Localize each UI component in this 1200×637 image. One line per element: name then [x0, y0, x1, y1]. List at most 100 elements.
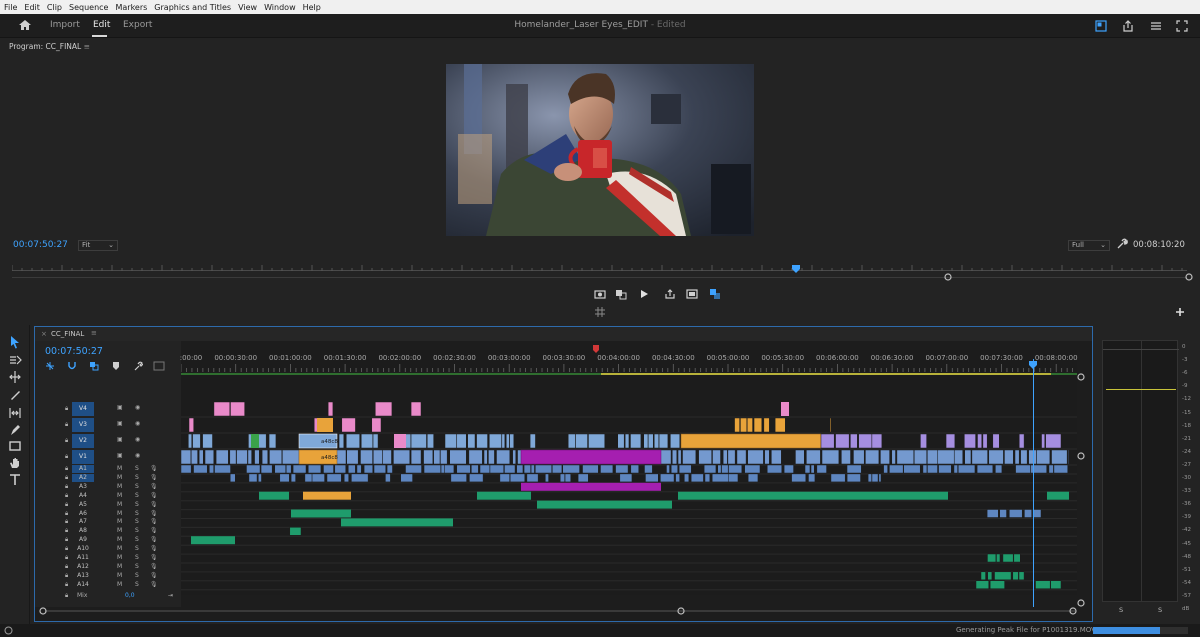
clip[interactable] — [1013, 553, 1021, 563]
lock-icon[interactable]: 🔒︎ — [65, 536, 68, 544]
clip[interactable] — [771, 449, 782, 465]
sync-lock-icon[interactable]: ▣ — [117, 420, 123, 427]
vscroll-handle-top[interactable] — [1077, 373, 1085, 381]
pen-tool-icon[interactable] — [8, 423, 22, 437]
clip[interactable] — [449, 449, 467, 465]
clip[interactable] — [922, 464, 928, 474]
drag-handle-icon[interactable] — [594, 306, 606, 318]
share-icon[interactable] — [1121, 19, 1135, 33]
mute-button[interactable]: M — [117, 492, 122, 499]
mic-icon[interactable]: 🎙︎ — [150, 518, 158, 525]
clip[interactable] — [891, 449, 896, 465]
render-bar-yellow[interactable] — [741, 373, 1051, 375]
clip[interactable] — [660, 473, 675, 483]
clip[interactable] — [703, 464, 717, 474]
clip[interactable] — [489, 433, 502, 449]
clip[interactable] — [261, 449, 269, 465]
clip[interactable] — [444, 433, 457, 449]
clip[interactable] — [804, 464, 811, 474]
clip[interactable] — [582, 464, 599, 474]
clip[interactable] — [763, 417, 770, 433]
clip[interactable] — [356, 464, 362, 474]
clip-audio[interactable] — [291, 509, 351, 518]
sequence-marker[interactable] — [593, 345, 599, 353]
clip[interactable] — [846, 473, 861, 483]
clip[interactable] — [523, 464, 531, 474]
clip[interactable] — [562, 464, 580, 474]
lock-icon[interactable]: 🔒︎ — [65, 527, 68, 535]
zoom-handle-left[interactable] — [944, 273, 952, 281]
clip[interactable] — [1015, 464, 1031, 474]
lock-icon[interactable]: 🔒︎ — [65, 453, 68, 461]
clip[interactable] — [964, 449, 972, 465]
menu-edit[interactable]: Edit — [24, 3, 40, 12]
clip[interactable] — [988, 449, 1004, 465]
wrench-icon[interactable] — [1116, 238, 1128, 250]
clip[interactable] — [766, 464, 783, 474]
clip[interactable] — [410, 401, 422, 417]
clip[interactable] — [865, 449, 880, 465]
clip[interactable] — [670, 464, 678, 474]
clip[interactable] — [677, 449, 682, 465]
lock-icon[interactable]: 🔒︎ — [65, 501, 68, 509]
lock-icon[interactable]: 🔒︎ — [65, 483, 68, 491]
clip[interactable] — [440, 449, 448, 465]
vscroll-handle-mid[interactable] — [1077, 452, 1085, 460]
clip[interactable] — [987, 571, 993, 581]
clip[interactable] — [734, 417, 740, 433]
clip[interactable] — [728, 473, 739, 483]
clip[interactable] — [675, 473, 680, 483]
clip[interactable] — [382, 449, 392, 465]
clip[interactable] — [878, 473, 882, 483]
clip[interactable] — [260, 464, 273, 474]
clip[interactable] — [975, 580, 989, 589]
clip[interactable] — [1009, 509, 1023, 518]
clip[interactable] — [400, 473, 413, 483]
clip[interactable] — [499, 473, 510, 483]
clip[interactable] — [373, 449, 383, 465]
solo-button[interactable]: S — [135, 510, 139, 517]
clip[interactable] — [386, 464, 393, 474]
clip[interactable] — [564, 473, 571, 483]
clip[interactable] — [982, 433, 988, 449]
timeline-playhead[interactable] — [1033, 359, 1034, 607]
clip[interactable] — [896, 449, 915, 465]
clip[interactable] — [351, 473, 369, 483]
clip[interactable] — [1018, 571, 1025, 581]
clip[interactable] — [471, 464, 479, 474]
clip[interactable] — [488, 449, 495, 465]
sync-lock-icon[interactable]: ▣ — [117, 436, 123, 443]
snap-icon[interactable] — [67, 361, 77, 371]
mute-button[interactable]: M — [117, 563, 122, 570]
program-timecode[interactable]: 00:07:50:27 — [13, 240, 68, 250]
solo-button[interactable]: S — [135, 563, 139, 570]
clip[interactable] — [711, 473, 729, 483]
clip[interactable] — [999, 509, 1007, 518]
clip[interactable] — [426, 433, 434, 449]
compare-view-icon[interactable] — [615, 288, 627, 300]
mute-button[interactable]: M — [117, 581, 122, 588]
clip[interactable] — [1045, 433, 1062, 449]
clip-pink[interactable] — [394, 434, 406, 448]
mix-value[interactable]: 0,0 — [125, 592, 135, 599]
sync-lock-icon[interactable]: ▣ — [117, 404, 123, 411]
clip[interactable] — [385, 473, 391, 483]
clip[interactable] — [479, 464, 491, 474]
mute-button[interactable]: M — [117, 545, 122, 552]
clip[interactable] — [889, 464, 904, 474]
program-zoom-bar[interactable] — [12, 277, 1187, 278]
clip[interactable] — [645, 473, 659, 483]
eye-icon[interactable]: ◉ — [135, 420, 140, 427]
clip[interactable] — [913, 449, 927, 465]
timeline-playhead-handle[interactable] — [1029, 361, 1037, 369]
clip[interactable] — [722, 449, 728, 465]
clip[interactable] — [229, 449, 237, 465]
clip[interactable] — [853, 449, 865, 465]
close-icon[interactable]: × — [41, 330, 47, 338]
mic-icon[interactable]: 🎙︎ — [150, 510, 158, 517]
mic-icon[interactable]: 🎙︎ — [150, 483, 158, 490]
solo-button[interactable]: S — [135, 501, 139, 508]
clip[interactable] — [304, 473, 313, 483]
clip[interactable] — [658, 433, 669, 449]
clip[interactable] — [516, 464, 524, 474]
